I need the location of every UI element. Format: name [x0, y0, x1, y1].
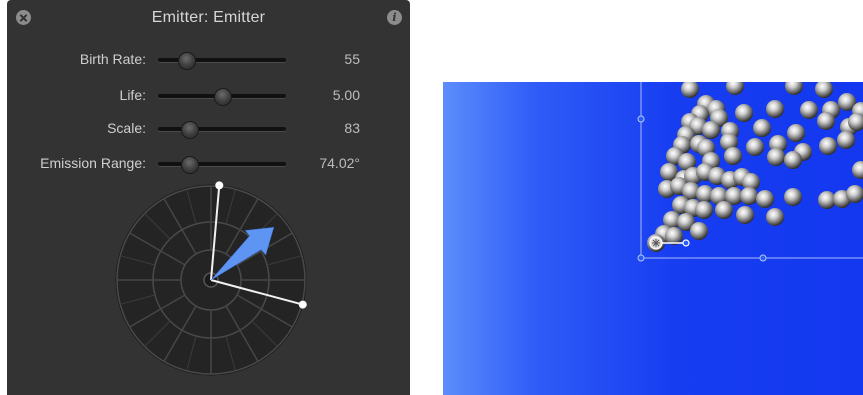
emission-range-slider[interactable] — [158, 156, 286, 174]
bounding-box-handle-bottom[interactable] — [759, 254, 767, 262]
hud-header: Emitter: Emitter i — [7, 0, 410, 38]
scale-slider-knob[interactable] — [180, 121, 199, 139]
particle — [766, 100, 784, 118]
particle — [695, 201, 713, 219]
particle — [815, 82, 833, 98]
particle — [819, 137, 837, 155]
life-row: Life: 5.00 — [7, 86, 410, 106]
particle — [784, 188, 802, 206]
particle — [817, 112, 835, 130]
particle — [787, 124, 805, 142]
emitter-origin-icon-glyph — [652, 239, 660, 247]
hud-title: Emitter: Emitter — [151, 9, 266, 26]
emitter-hud-panel: Emitter: Emitter i Birth Rate: 55 Life: … — [7, 0, 410, 395]
particle — [753, 119, 771, 137]
particle — [740, 187, 758, 205]
birth-rate-slider-knob[interactable] — [178, 52, 197, 70]
emission-range-row: Emission Range: 74.02° — [7, 154, 410, 174]
scale-slider[interactable] — [158, 121, 286, 139]
life-label: Life: — [119, 87, 146, 103]
life-slider-knob[interactable] — [214, 88, 232, 106]
range-end-handle[interactable] — [215, 181, 224, 190]
particle — [715, 201, 733, 219]
bounding-box-handle-bottom-left[interactable] — [637, 254, 645, 262]
particle — [681, 82, 699, 98]
particle — [766, 208, 784, 226]
particle — [767, 148, 785, 166]
canvas-overlay — [637, 82, 863, 262]
particle — [736, 206, 754, 224]
birth-rate-label: Birth Rate: — [79, 51, 146, 67]
range-start-handle[interactable] — [298, 300, 307, 309]
life-slider[interactable] — [158, 88, 286, 106]
scale-label: Scale: — [107, 120, 146, 136]
particle — [735, 104, 753, 122]
particle — [746, 138, 764, 156]
particle — [690, 222, 708, 240]
scale-value[interactable]: 83 — [344, 120, 360, 136]
life-value[interactable]: 5.00 — [333, 87, 360, 103]
particle — [785, 82, 803, 95]
particle — [702, 121, 720, 139]
particle — [837, 131, 855, 149]
bounding-box-handle-left[interactable] — [637, 115, 645, 123]
particle — [800, 101, 818, 119]
emitter-direction-handle[interactable] — [682, 239, 690, 247]
birth-rate-slider[interactable] — [158, 52, 286, 70]
emission-dial[interactable] — [111, 180, 311, 380]
info-icon[interactable]: i — [387, 10, 402, 25]
emission-range-slider-knob[interactable] — [180, 156, 199, 174]
particle — [784, 151, 802, 169]
scale-row: Scale: 83 — [7, 119, 410, 139]
particle — [756, 190, 774, 208]
birth-rate-row: Birth Rate: 55 — [7, 50, 410, 70]
birth-rate-value[interactable]: 55 — [344, 51, 360, 67]
emission-range-label: Emission Range: — [40, 155, 146, 171]
emission-range-value[interactable]: 74.02° — [319, 155, 360, 171]
particle — [726, 82, 744, 95]
canvas-viewport[interactable] — [443, 82, 863, 395]
particle — [852, 161, 863, 179]
particle-system — [647, 82, 863, 252]
particle — [724, 147, 742, 165]
